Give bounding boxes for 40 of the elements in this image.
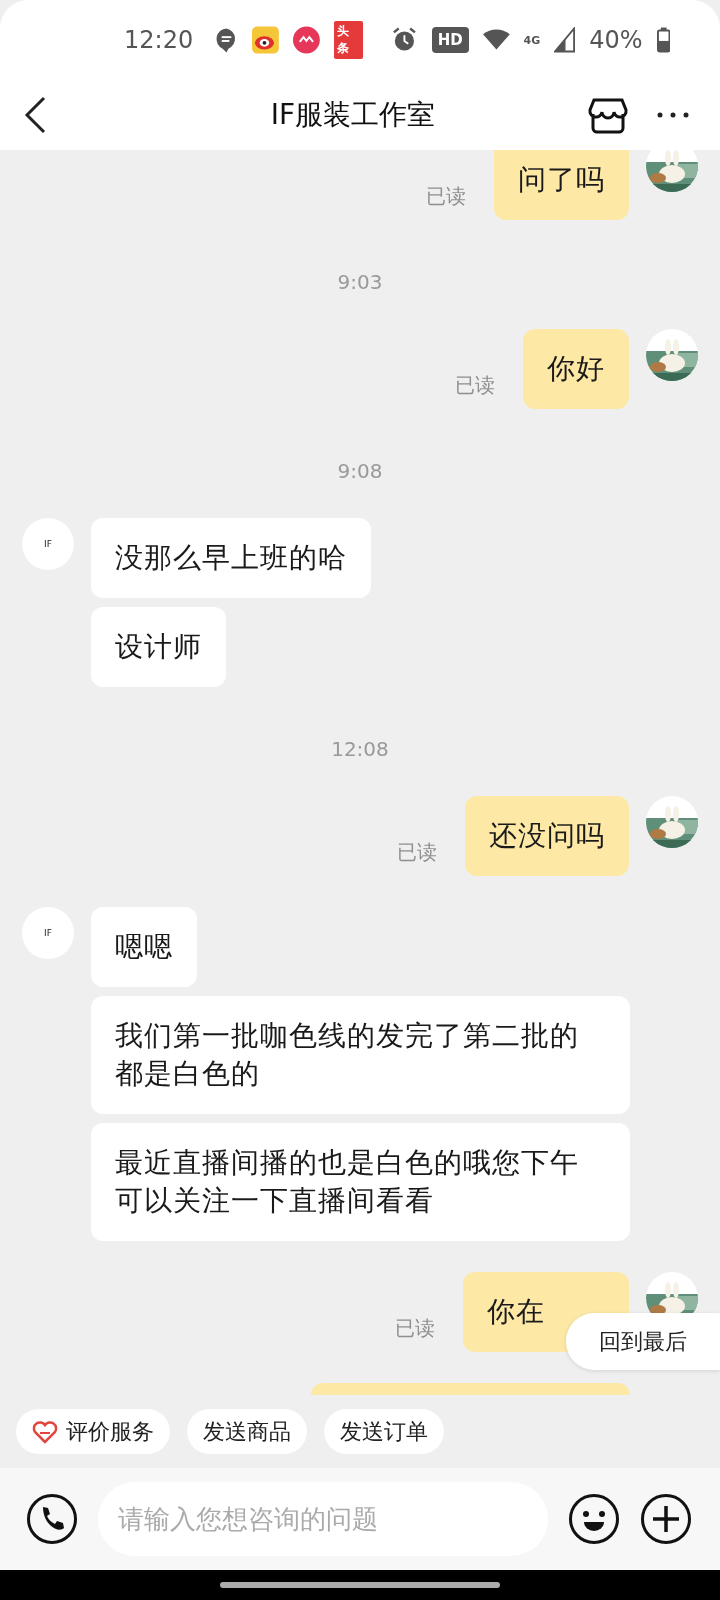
clock: 12:20 [124,26,194,54]
shop-avatar: IF [22,518,74,570]
shop-avatar: IF [22,907,74,959]
app-icon [293,26,320,54]
news-badge: 头条 [333,21,363,59]
quick-action-chip[interactable]: 发送订单 [324,1409,444,1454]
read-receipt: 已读 [455,372,495,399]
back-button[interactable] [22,95,48,135]
message-input[interactable]: 请输入您想咨询的问题 [98,1482,548,1556]
timestamp: 9:03 [337,269,383,296]
message-bubble: 嗯嗯 [91,907,197,987]
message-bubble: 没那么早上班的哈 [91,518,371,598]
hd-badge: HD [431,27,469,53]
read-receipt: 已读 [397,839,437,866]
alarm-icon [390,26,418,54]
message-bubble: 问了吗 [494,150,629,220]
quick-action-chip[interactable]: 评价服务 [16,1409,170,1454]
read-receipt: 已读 [426,183,466,210]
add-icon[interactable] [640,1493,692,1545]
message-bubble: 设计师 [91,607,226,687]
eye-icon [252,26,279,54]
timestamp: 9:08 [337,458,383,485]
emoji-icon[interactable] [568,1493,620,1545]
phone-icon[interactable] [26,1493,78,1545]
chat-title: IF服装工作室 [269,97,437,133]
battery-icon [656,27,670,53]
more-icon[interactable] [656,111,690,119]
message-bubble: 你好 [523,329,629,409]
jump-to-latest-button[interactable]: 回到最后 [566,1313,720,1370]
signal-icon [554,27,576,53]
message-bubble: 我们第一批咖色线的发完了第二批的都是白色的 [91,996,630,1114]
quick-action-chip[interactable]: 发送商品 [187,1409,307,1454]
message-bubble: 还没问吗 [465,796,629,876]
store-icon[interactable] [588,96,628,134]
wifi-icon [482,28,510,52]
read-receipt: 已读 [395,1315,435,1342]
battery-level: 40% [589,26,643,54]
message-bubble: 最近直播间播的也是白色的哦您下午可以关注一下直播间看看 [91,1123,630,1241]
timestamp: 12:08 [331,736,389,763]
network-label: 4G [523,33,541,47]
